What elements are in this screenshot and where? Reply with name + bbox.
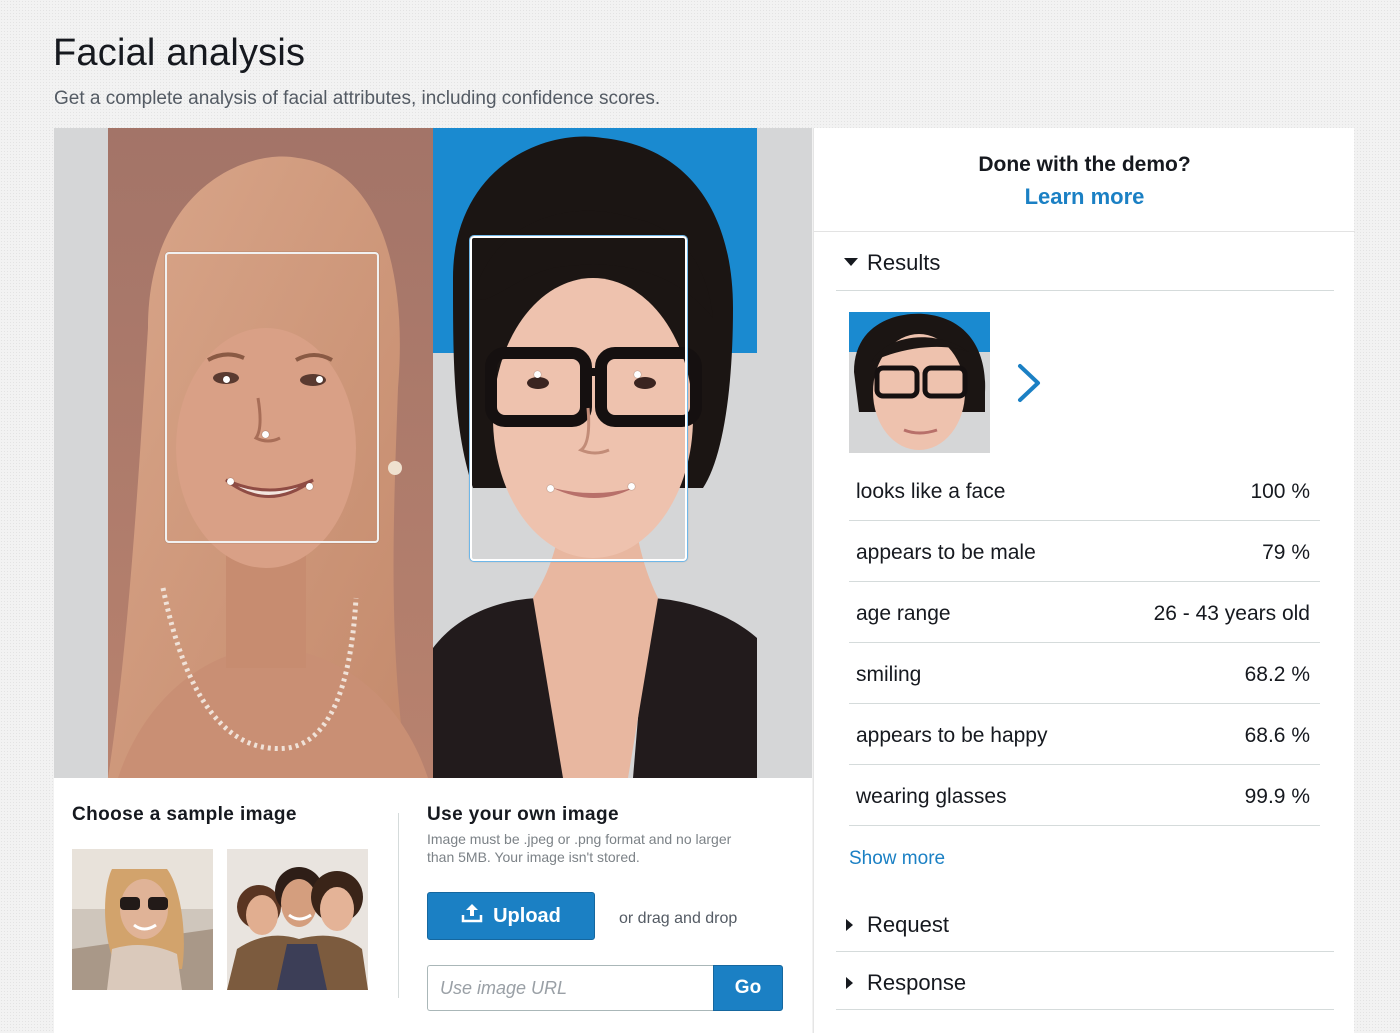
results-table: looks like a face 100 % appears to be ma…: [849, 460, 1320, 826]
own-image-title: Use your own image: [427, 804, 619, 825]
results-panel: Done with the demo? Learn more Results l…: [813, 128, 1355, 1033]
demo-callout: Done with the demo? Learn more: [814, 128, 1355, 232]
face-landmark: [262, 431, 269, 438]
result-row: appears to be male 79 %: [849, 521, 1320, 582]
image-input-controls: Choose a sample image Use your own image…: [54, 778, 812, 1033]
page-subtitle: Get a complete analysis of facial attrib…: [54, 88, 661, 109]
result-value: 79 %: [1262, 541, 1310, 564]
image-url-input[interactable]: [427, 965, 713, 1011]
request-section-label: Request: [867, 912, 949, 937]
result-value: 68.2 %: [1244, 663, 1310, 686]
response-section-toggle[interactable]: Response: [836, 952, 1334, 1010]
face-landmark: [628, 483, 635, 490]
response-section-label: Response: [867, 970, 967, 995]
go-button[interactable]: Go: [713, 965, 783, 1011]
sample-image-2[interactable]: [227, 849, 368, 990]
result-label: age range: [856, 602, 951, 625]
result-label: smiling: [856, 663, 922, 686]
result-value: 26 - 43 years old: [1153, 602, 1310, 625]
caret-down-icon: [844, 258, 858, 266]
sample-images-title: Choose a sample image: [72, 804, 297, 825]
result-row: wearing glasses 99.9 %: [849, 765, 1320, 826]
upload-button[interactable]: Upload: [427, 892, 595, 940]
result-row: age range 26 - 43 years old: [849, 582, 1320, 643]
face-landmark: [223, 376, 230, 383]
analyzed-photo-left: [108, 128, 433, 778]
face-landmark: [634, 371, 641, 378]
drag-drop-text: or drag and drop: [619, 910, 738, 927]
learn-more-link[interactable]: Learn more: [814, 184, 1355, 210]
selected-face-thumbnail[interactable]: [849, 312, 990, 453]
sample-image-1[interactable]: [72, 849, 213, 990]
face-bounding-box[interactable]: [165, 252, 379, 543]
face-landmark: [306, 483, 313, 490]
results-section-toggle[interactable]: Results: [836, 232, 1334, 291]
result-row: appears to be happy 68.6 %: [849, 704, 1320, 765]
upload-icon: [461, 903, 483, 929]
own-image-note: Image must be .jpeg or .png format and n…: [427, 831, 732, 865]
results-section-label: Results: [867, 250, 941, 275]
face-bounding-box-selected[interactable]: [470, 236, 687, 561]
result-row: looks like a face 100 %: [849, 460, 1320, 521]
result-value: 68.6 %: [1244, 724, 1310, 747]
page-title: Facial analysis: [53, 32, 306, 74]
section-divider: [398, 813, 399, 998]
face-landmark: [227, 478, 234, 485]
result-label: appears to be happy: [856, 724, 1048, 747]
caret-right-icon: [846, 919, 853, 931]
result-label: appears to be male: [856, 541, 1036, 564]
upload-button-label: Upload: [493, 904, 561, 927]
analysis-image-stage: [54, 128, 812, 778]
caret-right-icon: [846, 977, 853, 989]
face-landmark: [547, 485, 554, 492]
analyzed-photo-right: [433, 128, 757, 778]
chevron-right-icon[interactable]: [1014, 362, 1044, 409]
request-section-toggle[interactable]: Request: [836, 894, 1334, 952]
result-label: wearing glasses: [856, 785, 1007, 808]
face-landmark: [316, 376, 323, 383]
show-more-link[interactable]: Show more: [849, 848, 945, 870]
face-landmark: [534, 371, 541, 378]
result-row: smiling 68.2 %: [849, 643, 1320, 704]
result-label: looks like a face: [856, 480, 1006, 503]
demo-question: Done with the demo?: [978, 153, 1191, 176]
result-value: 99.9 %: [1244, 785, 1310, 808]
result-value: 100 %: [1250, 480, 1310, 503]
